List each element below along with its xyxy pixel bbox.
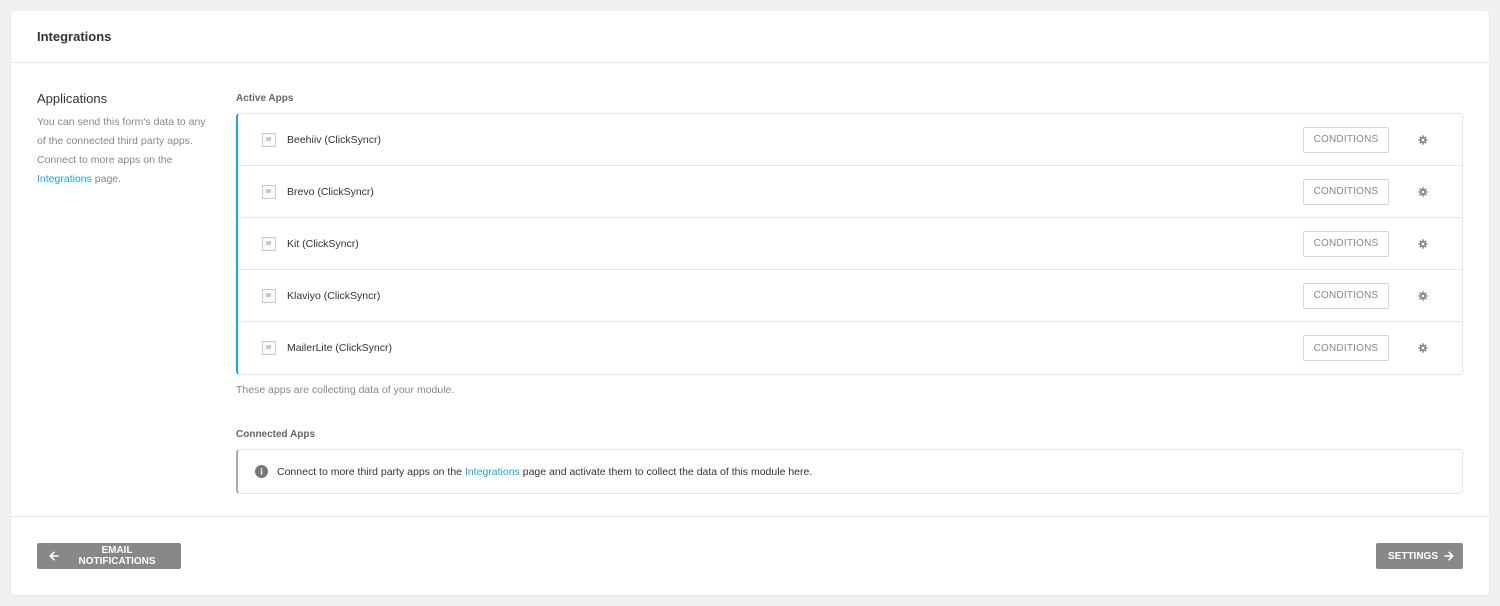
broken-image-icon [262, 132, 276, 147]
gear-icon[interactable] [1409, 283, 1437, 309]
integrations-link[interactable]: Integrations [465, 466, 520, 478]
app-name: Kit (ClickSyncr) [287, 237, 359, 250]
app-name: Klaviyo (ClickSyncr) [287, 289, 381, 302]
integrations-card: Integrations Applications You can send t… [11, 11, 1489, 595]
app-row: MailerLite (ClickSyncr) CONDITIONS [238, 322, 1462, 374]
card-header: Integrations [11, 11, 1489, 63]
app-row: Klaviyo (ClickSyncr) CONDITIONS [238, 270, 1462, 322]
apps-main: Active Apps Beehiiv (ClickSyncr) CONDITIO… [236, 93, 1463, 494]
app-name: MailerLite (ClickSyncr) [287, 342, 393, 354]
info-icon [255, 465, 268, 478]
email-notifications-label: EMAIL NOTIFICATIONS [78, 545, 156, 567]
arrow-left-icon [49, 551, 59, 561]
applications-title: Applications [37, 91, 108, 106]
settings-label: SETTINGS [1388, 550, 1439, 562]
broken-image-icon [262, 184, 276, 199]
notice-text: Connect to more third party apps on the [277, 465, 465, 478]
active-apps-list: Beehiiv (ClickSyncr) CONDITIONS Brevo (Cli… [236, 113, 1463, 375]
email-notifications-button[interactable]: EMAIL NOTIFICATIONS [37, 543, 181, 569]
conditions-button[interactable]: CONDITIONS [1303, 126, 1389, 153]
description-text-end: page. [91, 173, 122, 185]
card-footer: EMAIL NOTIFICATIONS SETTINGS [11, 517, 1489, 594]
notice-text-end: page and activate them to collect the da… [519, 465, 813, 478]
conditions-button[interactable]: CONDITIONS [1303, 178, 1389, 205]
conditions-button[interactable]: CONDITIONS [1303, 230, 1389, 257]
gear-icon[interactable] [1409, 231, 1437, 257]
card-body: Applications You can send this form's da… [11, 63, 1489, 517]
integrations-link[interactable]: Integrations [37, 173, 92, 185]
gear-icon[interactable] [1409, 127, 1437, 153]
connected-apps-notice: Connect to more third party apps on the … [236, 449, 1463, 494]
broken-image-icon [262, 236, 276, 251]
conditions-button[interactable]: CONDITIONS [1303, 335, 1389, 361]
gear-icon[interactable] [1409, 179, 1437, 205]
connected-apps-text: Connect to more third party apps on the … [277, 466, 812, 478]
app-row: Beehiiv (ClickSyncr) CONDITIONS [238, 114, 1462, 166]
conditions-button[interactable]: CONDITIONS [1303, 282, 1389, 309]
page-title: Integrations [37, 29, 112, 44]
applications-description: You can send this form's data to any of … [37, 113, 217, 189]
applications-sidebar: Applications You can send this form's da… [37, 91, 217, 189]
arrow-right-icon [1444, 551, 1454, 561]
app-row: Brevo (ClickSyncr) CONDITIONS [238, 166, 1462, 218]
app-name: Beehiiv (ClickSyncr) [287, 133, 381, 146]
active-apps-help: These apps are collecting data of your m… [236, 384, 455, 396]
description-text: You can send this form's data to any of … [37, 116, 206, 166]
settings-button[interactable]: SETTINGS [1376, 543, 1463, 569]
broken-image-icon [262, 341, 276, 355]
gear-icon[interactable] [1409, 335, 1437, 361]
connected-apps-label: Connected Apps [236, 429, 316, 440]
app-row: Kit (ClickSyncr) CONDITIONS [238, 218, 1462, 270]
app-name: Brevo (ClickSyncr) [287, 185, 374, 198]
active-apps-label: Active Apps [236, 93, 294, 104]
broken-image-icon [262, 288, 276, 303]
